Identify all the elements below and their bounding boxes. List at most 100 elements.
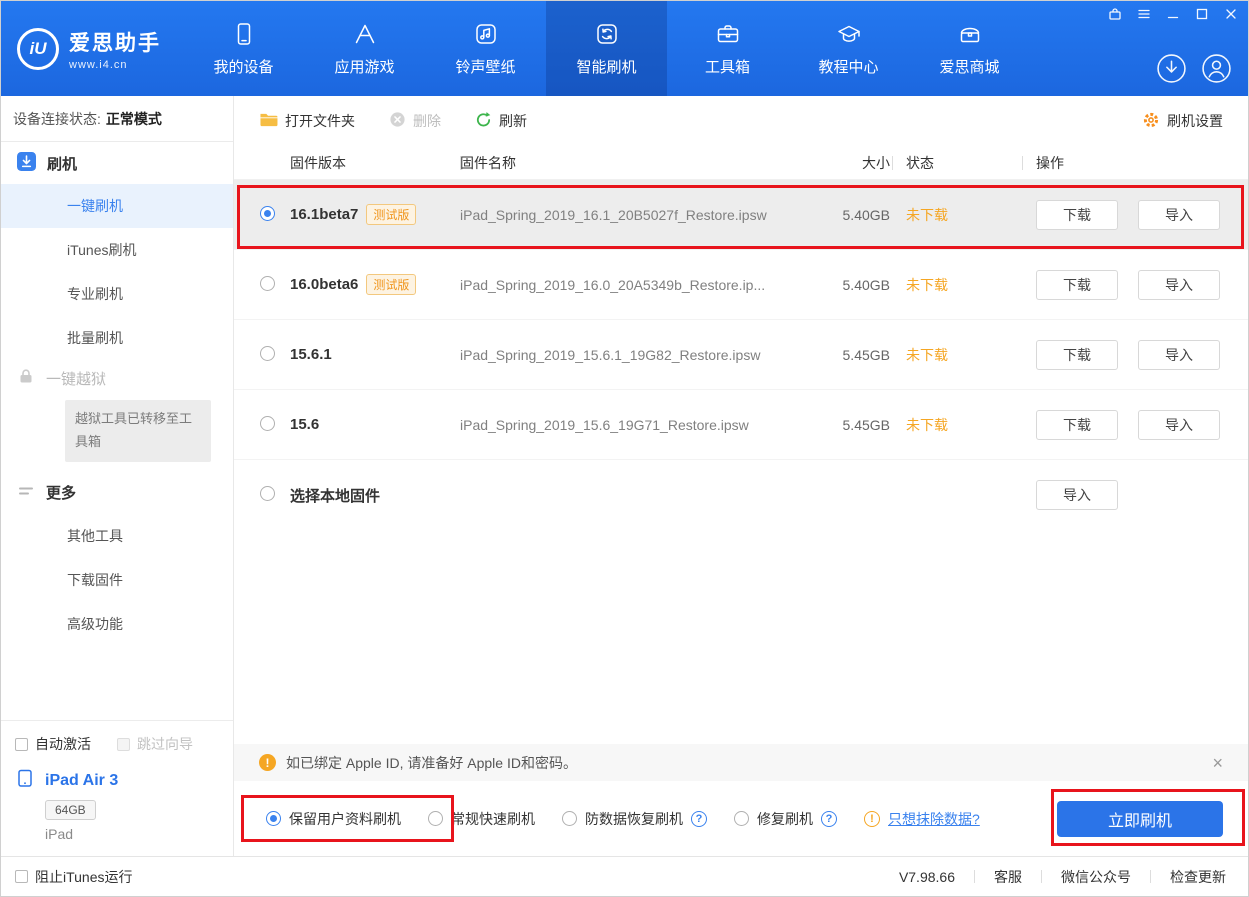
firmware-row-local[interactable]: 选择本地固件 导入 xyxy=(234,460,1248,530)
notice-close-icon[interactable]: × xyxy=(1212,754,1223,772)
menu-icon[interactable] xyxy=(1137,7,1151,21)
sidebar-item-other-tools[interactable]: 其他工具 xyxy=(1,514,233,558)
option-radio[interactable] xyxy=(266,811,281,826)
nav-apps-games[interactable]: 应用游戏 xyxy=(304,1,425,96)
sidebar-group-flash: 刷机 xyxy=(1,142,233,184)
sidebar-item-advanced[interactable]: 高级功能 xyxy=(1,602,233,646)
more-lines-icon xyxy=(17,482,35,504)
status-value: 正常模式 xyxy=(106,109,162,129)
firmware-radio[interactable] xyxy=(260,416,275,431)
app-logo: iU 爱思助手 www.i4.cn xyxy=(1,1,183,96)
refresh-button[interactable]: 刷新 xyxy=(475,111,527,131)
option-radio[interactable] xyxy=(734,811,749,826)
app-title: 爱思助手 xyxy=(69,27,161,57)
open-folder-button[interactable]: 打开文件夹 xyxy=(259,111,355,131)
customer-service-link[interactable]: 客服 xyxy=(994,867,1022,887)
delete-button[interactable]: 删除 xyxy=(389,111,441,131)
option-label: 常规快速刷机 xyxy=(451,809,535,829)
auto-activate-checkbox[interactable]: 自动激活 xyxy=(15,734,91,754)
erase-data-link[interactable]: 只想抹除数据? xyxy=(888,809,980,829)
firmware-row-16-1beta7[interactable]: 16.1beta7 测试版 iPad_Spring_2019_16.1_20B5… xyxy=(234,180,1248,250)
wechat-account-link[interactable]: 微信公众号 xyxy=(1061,867,1131,887)
option-label: 防数据恢复刷机 xyxy=(585,809,683,829)
option-repair-flash[interactable]: 修复刷机 ? xyxy=(734,809,837,829)
option-radio[interactable] xyxy=(562,811,577,826)
user-account-icon[interactable] xyxy=(1201,53,1232,84)
import-button[interactable]: 导入 xyxy=(1138,270,1220,300)
option-radio[interactable] xyxy=(428,811,443,826)
status-bar: 阻止iTunes运行 V7.98.66 客服 微信公众号 检查更新 xyxy=(1,856,1248,896)
gear-icon xyxy=(1142,111,1160,132)
firmware-radio[interactable] xyxy=(260,276,275,291)
download-button[interactable]: 下载 xyxy=(1036,340,1118,370)
refresh-square-icon xyxy=(594,21,620,47)
firmware-version: 15.6.1 xyxy=(290,346,332,363)
firmware-radio[interactable] xyxy=(260,206,275,221)
firmware-size: 5.40GB xyxy=(830,207,890,223)
nav-label: 铃声壁纸 xyxy=(455,56,515,77)
nav-tutorials[interactable]: 教程中心 xyxy=(788,1,909,96)
sidebar-item-pro-flash[interactable]: 专业刷机 xyxy=(1,272,233,316)
firmware-row-15-6-1[interactable]: 15.6.1 iPad_Spring_2019_15.6.1_19G82_Res… xyxy=(234,320,1248,390)
option-quick-flash[interactable]: 常规快速刷机 xyxy=(428,809,535,829)
help-icon[interactable]: ? xyxy=(691,811,707,827)
nav-ringtones-wallpapers[interactable]: 铃声壁纸 xyxy=(425,1,546,96)
firmware-row-16-0beta6[interactable]: 16.0beta6 测试版 iPad_Spring_2019_16.0_20A5… xyxy=(234,250,1248,320)
header-quick-actions xyxy=(1156,53,1232,84)
toolbar-label: 刷新 xyxy=(499,111,527,131)
sidebar-group-more: 更多 xyxy=(1,472,233,514)
col-header-name: 固件名称 xyxy=(460,153,830,173)
skip-wizard-checkbox[interactable]: 跳过向导 xyxy=(117,734,193,754)
flash-settings-button[interactable]: 刷机设置 xyxy=(1142,111,1223,132)
checkbox-box[interactable] xyxy=(15,870,28,883)
sidebar-item-itunes-flash[interactable]: iTunes刷机 xyxy=(1,228,233,272)
close-icon[interactable] xyxy=(1224,7,1238,21)
nav-toolbox[interactable]: 工具箱 xyxy=(667,1,788,96)
import-button[interactable]: 导入 xyxy=(1138,340,1220,370)
help-icon[interactable]: ? xyxy=(821,811,837,827)
download-button[interactable]: 下载 xyxy=(1036,410,1118,440)
nav-my-devices[interactable]: 我的设备 xyxy=(183,1,304,96)
firmware-status: 未下载 xyxy=(890,275,1020,295)
nav-label: 教程中心 xyxy=(818,56,878,77)
option-keep-user-data[interactable]: 保留用户资料刷机 xyxy=(266,809,401,829)
main-nav: 我的设备 应用游戏 铃声壁纸 智能刷机 xyxy=(183,1,1030,96)
nav-mall[interactable]: 爱思商城 xyxy=(909,1,1030,96)
checkbox-box[interactable] xyxy=(117,738,130,751)
check-update-link[interactable]: 检查更新 xyxy=(1170,867,1226,887)
sidebar-item-one-click-flash[interactable]: 一键刷机 xyxy=(1,184,233,228)
checkbox-box[interactable] xyxy=(15,738,28,751)
flash-now-button[interactable]: 立即刷机 xyxy=(1057,801,1223,837)
firmware-radio[interactable] xyxy=(260,486,275,501)
sidebar-item-batch-flash[interactable]: 批量刷机 xyxy=(1,316,233,360)
appstore-icon xyxy=(352,21,378,47)
main-content: 打开文件夹 删除 刷新 刷机设置 固件版本 固件名称 xyxy=(234,96,1248,856)
maximize-icon[interactable] xyxy=(1195,7,1209,21)
firmware-row-15-6[interactable]: 15.6 iPad_Spring_2019_15.6_19G71_Restore… xyxy=(234,390,1248,460)
firmware-name: iPad_Spring_2019_16.1_20B5027f_Restore.i… xyxy=(460,207,830,223)
delete-circle-icon xyxy=(389,111,406,131)
import-button[interactable]: 导入 xyxy=(1138,410,1220,440)
option-anti-recovery-flash[interactable]: 防数据恢复刷机 ? xyxy=(562,809,707,829)
minimize-icon[interactable] xyxy=(1166,7,1180,21)
nav-smart-flash[interactable]: 智能刷机 xyxy=(546,1,667,96)
flash-group-icon xyxy=(17,152,36,175)
download-manager-icon[interactable] xyxy=(1156,53,1187,84)
apple-id-notice: ! 如已绑定 Apple ID, 请准备好 Apple ID和密码。 × xyxy=(234,744,1248,781)
import-button[interactable]: 导入 xyxy=(1138,200,1220,230)
firmware-name: iPad_Spring_2019_15.6_19G71_Restore.ipsw xyxy=(460,417,830,433)
nav-label: 爱思商城 xyxy=(939,56,999,77)
toolbar-label: 刷机设置 xyxy=(1167,111,1223,131)
skin-icon[interactable] xyxy=(1108,7,1122,21)
download-button[interactable]: 下载 xyxy=(1036,270,1118,300)
import-button[interactable]: 导入 xyxy=(1036,480,1118,510)
app-window: iU 爱思助手 www.i4.cn 我的设备 应用游戏 xyxy=(0,0,1249,897)
option-label: 保留用户资料刷机 xyxy=(289,809,401,829)
block-itunes-checkbox[interactable]: 阻止iTunes运行 xyxy=(15,867,133,887)
sidebar-item-download-firmware[interactable]: 下载固件 xyxy=(1,558,233,602)
toolbar-label: 打开文件夹 xyxy=(285,111,355,131)
group-label: 一键越狱 xyxy=(46,368,106,389)
firmware-radio[interactable] xyxy=(260,346,275,361)
download-button[interactable]: 下载 xyxy=(1036,200,1118,230)
divider xyxy=(1041,870,1042,883)
